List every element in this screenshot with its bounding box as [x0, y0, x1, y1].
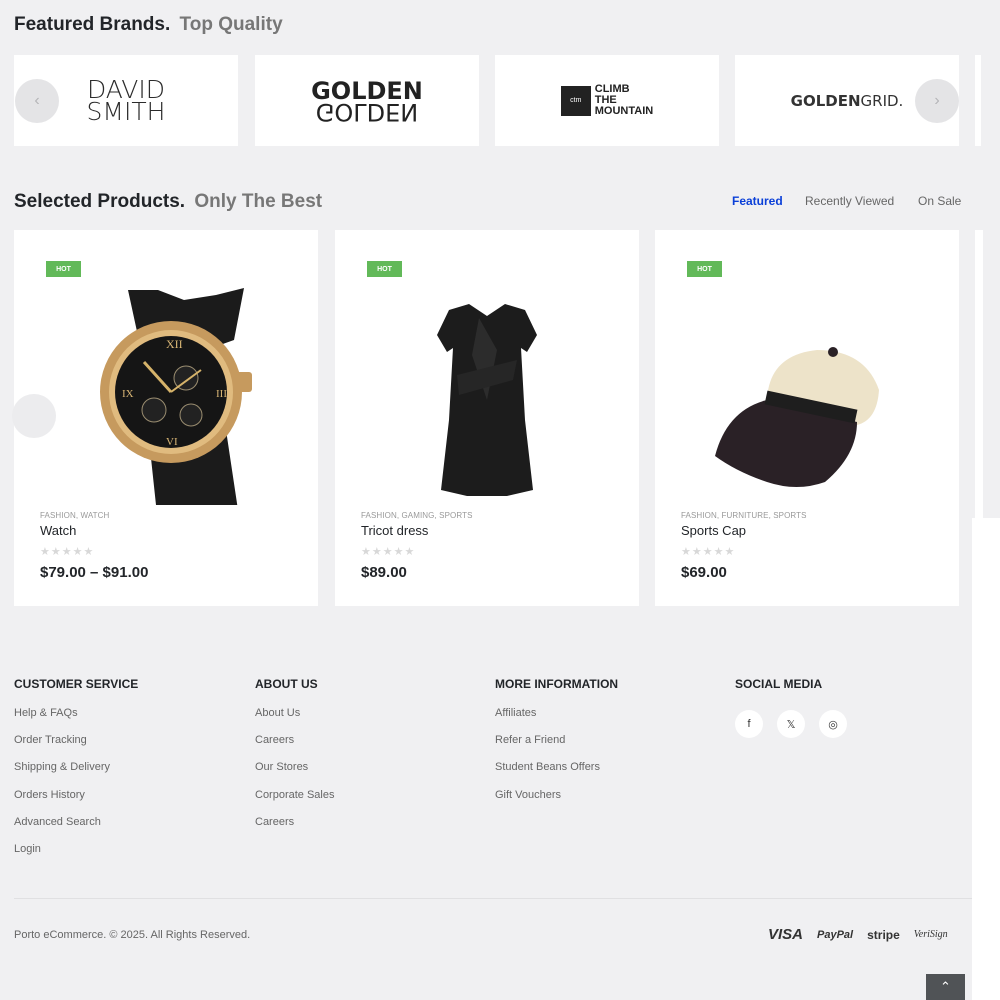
paypal-icon: PayPal [817, 928, 854, 941]
footer-link[interactable]: Our Stores [255, 761, 485, 788]
footer-link[interactable]: Refer a Friend [495, 734, 725, 761]
tab-on-sale[interactable]: On Sale [918, 194, 961, 208]
copyright: Porto eCommerce. © 2025. All Rights Rese… [14, 929, 251, 941]
star-rating-icon: ★★★★★ [40, 546, 95, 558]
brand-logo-climb-the-mountain: ctm CLIMB THE MOUNTAIN [560, 84, 653, 117]
product-image-dress[interactable] [387, 260, 587, 505]
chevron-right-icon: › [934, 92, 940, 109]
footer-link[interactable]: Help & FAQs [14, 707, 244, 734]
stripe-icon: stripe [867, 927, 900, 942]
brands-subtitle: Top Quality [179, 14, 283, 35]
tab-featured[interactable]: Featured [732, 194, 783, 208]
footer-heading: SOCIAL MEDIA [735, 677, 823, 691]
verisign-icon: VeriSign [913, 929, 948, 940]
brands-next-button[interactable]: › [915, 79, 959, 123]
footer-heading: CUSTOMER SERVICE [14, 677, 139, 691]
footer-heading: ABOUT US [255, 677, 318, 691]
brands-section-title: Featured Brands. Top Quality [14, 14, 283, 36]
instagram-icon[interactable]: ◎ [819, 710, 847, 738]
footer-more-information: MORE INFORMATION Affiliates Refer a Frie… [495, 677, 725, 816]
tab-recently-viewed[interactable]: Recently Viewed [805, 194, 894, 208]
footer-link[interactable]: Order Tracking [14, 734, 244, 761]
brand-logo-golden: GOLDEN GOLDEN [311, 76, 423, 126]
product-card-watch[interactable]: XII III VI IX HOT FASHION, WATCH Watch ★… [14, 230, 318, 606]
product-name[interactable]: Tricot dress [361, 523, 428, 538]
product-card-partial [975, 230, 983, 520]
svg-text:III: III [216, 388, 227, 400]
star-rating-icon: ★★★★★ [681, 546, 736, 558]
chevron-up-icon: ⌃ [940, 979, 951, 994]
visa-icon: VISA [768, 926, 804, 943]
footer-link[interactable]: Gift Vouchers [495, 789, 725, 816]
footer-link[interactable]: Affiliates [495, 707, 725, 734]
footer-link[interactable]: About Us [255, 707, 485, 734]
hot-badge: HOT [46, 261, 81, 277]
brand-logo-david-smith: DAVID SMITH [86, 74, 166, 126]
hot-badge: HOT [367, 261, 402, 277]
product-name[interactable]: Sports Cap [681, 523, 746, 538]
product-categories[interactable]: FASHION, WATCH [40, 511, 109, 520]
chevron-left-icon: ‹ [34, 92, 40, 109]
footer-divider [14, 898, 972, 899]
brand-card-climb-the-mountain[interactable]: ctm CLIMB THE MOUNTAIN [495, 55, 719, 146]
products-title: Selected Products. [14, 191, 186, 212]
footer-link[interactable]: Careers [255, 734, 485, 761]
facebook-icon[interactable]: f [735, 710, 763, 738]
x-icon[interactable]: 𝕏 [777, 710, 805, 738]
footer-heading: MORE INFORMATION [495, 677, 619, 691]
brands-prev-button[interactable]: ‹ [15, 79, 59, 123]
footer-link[interactable]: Careers [255, 816, 485, 843]
svg-text:IX: IX [122, 388, 134, 400]
star-rating-icon: ★★★★★ [361, 546, 416, 558]
footer-link[interactable]: Login [14, 843, 244, 870]
footer-about-us: ABOUT US About Us Careers Our Stores Cor… [255, 677, 485, 843]
page-edge [972, 518, 1000, 1000]
footer-link[interactable]: Advanced Search [14, 816, 244, 843]
brands-title: Featured Brands. [14, 14, 171, 35]
hot-badge: HOT [687, 261, 722, 277]
products-prev-button[interactable] [12, 394, 56, 438]
scroll-to-top-button[interactable]: ⌃ [926, 974, 965, 1000]
product-name[interactable]: Watch [40, 523, 76, 538]
payment-methods: VISA PayPal stripe VeriSign [768, 926, 948, 943]
footer-link[interactable]: Corporate Sales [255, 789, 485, 816]
products-subtitle: Only The Best [194, 191, 323, 212]
product-price: $89.00 [361, 564, 407, 581]
product-categories[interactable]: FASHION, FURNITURE, SPORTS [681, 511, 807, 520]
products-section-title: Selected Products. Only The Best [14, 191, 322, 213]
product-card-tricot-dress[interactable]: HOT FASHION, GAMING, SPORTS Tricot dress… [335, 230, 639, 606]
footer-customer-service: CUSTOMER SERVICE Help & FAQs Order Track… [14, 677, 244, 870]
footer-link[interactable]: Orders History [14, 789, 244, 816]
product-categories[interactable]: FASHION, GAMING, SPORTS [361, 511, 473, 520]
product-card-sports-cap[interactable]: HOT FASHION, FURNITURE, SPORTS Sports Ca… [655, 230, 959, 606]
product-price: $79.00 – $91.00 [40, 564, 149, 581]
brand-logo-golden-grid: GOLDENGRID. [790, 91, 904, 110]
svg-text:XII: XII [166, 337, 183, 351]
svg-text:VI: VI [166, 436, 178, 448]
product-image-cap[interactable] [707, 260, 907, 505]
footer-link[interactable]: Shipping & Delivery [14, 761, 244, 788]
product-price: $69.00 [681, 564, 727, 581]
product-image-watch[interactable]: XII III VI IX [66, 260, 266, 505]
footer-link[interactable]: Student Beans Offers [495, 761, 725, 788]
footer-social-media: SOCIAL MEDIA f 𝕏 ◎ [735, 677, 965, 738]
brand-card-golden[interactable]: GOLDEN GOLDEN [255, 55, 479, 146]
brand-card-partial [975, 55, 981, 146]
